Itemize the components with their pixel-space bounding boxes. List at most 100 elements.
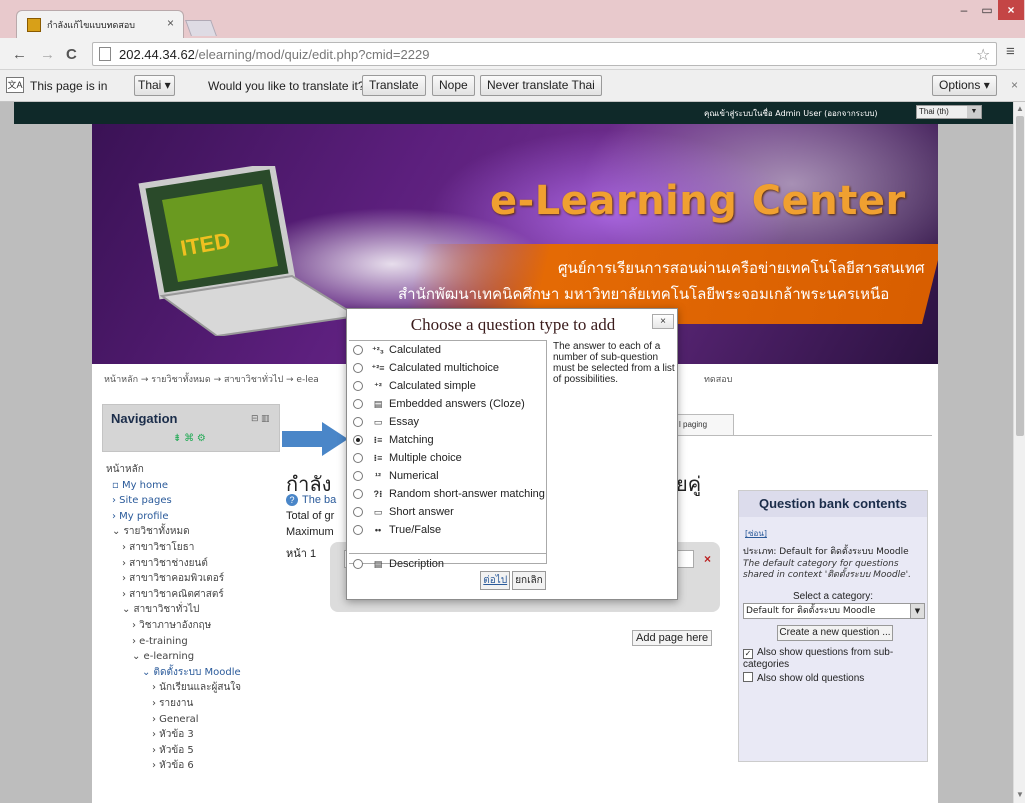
checkbox-checked-icon[interactable]: ✓ — [743, 649, 753, 659]
question-type-option[interactable]: ⁝≡ Multiple choice — [349, 449, 547, 467]
nav-item[interactable]: › รายงาน — [106, 696, 280, 712]
reload-icon[interactable]: C — [66, 46, 77, 63]
radio-icon[interactable] — [353, 381, 363, 391]
question-type-option[interactable]: ¹² Numerical — [349, 467, 547, 485]
question-type-option[interactable]: ?⁝ Random short-answer matching — [349, 485, 547, 503]
question-bank-block: Question bank contents [ซ่อน] ประเภท: De… — [738, 490, 928, 762]
site-top-strip: คุณเข้าสู่ระบบในชื่อ Admin User (ออกจากร… — [14, 102, 1013, 124]
question-type-option[interactable]: ⁺²≡ Calculated multichoice — [349, 359, 547, 377]
nav-item[interactable]: ⌄ รายวิชาทั้งหมด — [106, 524, 280, 540]
scroll-up-icon[interactable]: ▲ — [1016, 104, 1024, 113]
nav-item[interactable]: › สาขาวิชาคอมพิวเตอร์ — [106, 571, 280, 587]
cancel-button[interactable]: ยกเลิก — [512, 571, 546, 590]
question-type-option[interactable]: ▭ Essay — [349, 413, 547, 431]
radio-icon[interactable] — [353, 453, 363, 463]
category-select[interactable]: Default for ติดตั้งระบบ Moodle ▼ — [743, 603, 925, 619]
nav-item[interactable]: › นักเรียนและผู้สนใจ — [106, 680, 280, 696]
chevron-down-icon: ▼ — [967, 106, 981, 118]
checkbox-icon[interactable] — [743, 672, 753, 682]
nope-button[interactable]: Nope — [432, 75, 475, 96]
never-translate-button[interactable]: Never translate Thai — [480, 75, 602, 96]
nav-item[interactable]: › วิชาภาษาอังกฤษ — [106, 618, 280, 634]
question-type-label: Random short-answer matching — [389, 488, 545, 500]
create-question-button[interactable]: Create a new question ... — [777, 625, 893, 641]
nav-item[interactable]: › My profile — [106, 509, 280, 525]
question-type-option[interactable]: ⁺²₃ Calculated — [349, 341, 547, 359]
question-type-option[interactable]: ▭ Short answer — [349, 503, 547, 521]
help-text: The ba — [302, 494, 337, 506]
block-dock-icon[interactable]: ⊟ ▥ — [251, 413, 275, 423]
show-subcategories-checkbox[interactable]: ✓ Also show questions from sub-categories — [743, 647, 927, 670]
nav-item[interactable]: › หัวข้อ 3 — [106, 727, 280, 743]
chevron-down-icon: ▼ — [910, 604, 924, 618]
add-page-button[interactable]: Add page here — [632, 630, 713, 646]
delete-icon[interactable]: × — [704, 552, 711, 566]
translate-button[interactable]: Translate — [362, 75, 426, 96]
question-type-option-selected[interactable]: ⁝≡ Matching — [349, 431, 547, 449]
radio-icon[interactable] — [353, 525, 363, 535]
window-minimize-button[interactable]: – — [952, 0, 976, 20]
show-old-label: Also show old questions — [757, 673, 865, 684]
hide-link[interactable]: [ซ่อน] — [745, 527, 767, 540]
window-maximize-button[interactable]: ▭ — [976, 0, 998, 20]
question-type-option[interactable]: •• True/False — [349, 521, 547, 539]
url-bar[interactable]: 202.44.34.62/elearning/mod/quiz/edit.php… — [92, 42, 997, 66]
radio-icon[interactable] — [353, 507, 363, 517]
nav-item[interactable]: › Site pages — [106, 493, 280, 509]
navigation-tools-icon[interactable]: ⇟ ⌘ ⚙ — [173, 433, 206, 444]
dialog-close-button[interactable]: × — [652, 314, 674, 329]
question-type-option[interactable]: ▤ Embedded answers (Cloze) — [349, 395, 547, 413]
login-info[interactable]: คุณเข้าสู่ระบบในชื่อ Admin User (ออกจากร… — [704, 107, 878, 120]
show-old-checkbox[interactable]: Also show old questions — [743, 672, 927, 684]
translate-close-icon[interactable]: × — [1011, 78, 1018, 92]
new-tab-button[interactable] — [185, 20, 217, 36]
nav-item[interactable]: › หัวข้อ 5 — [106, 743, 280, 759]
nav-item[interactable]: หน้าหลัก — [106, 462, 280, 478]
tab-close-icon[interactable]: × — [167, 16, 174, 30]
nav-item[interactable]: › สาขาวิชาคณิตศาสตร์ — [106, 587, 280, 603]
breadcrumb[interactable]: หน้าหลัก → รายวิชาทั้งหมด → สาขาวิชาทั่ว… — [104, 372, 319, 386]
nav-item[interactable]: › e-training — [106, 634, 280, 650]
radio-icon[interactable] — [353, 489, 363, 499]
back-icon[interactable]: ← — [12, 46, 27, 63]
question-type-option[interactable]: ⁺² Calculated simple — [349, 377, 547, 395]
nav-item[interactable]: › สาขาวิชาโยธา — [106, 540, 280, 556]
question-type-label: Numerical — [389, 470, 439, 482]
radio-icon[interactable] — [353, 471, 363, 481]
browser-menu-icon[interactable]: ≡ — [1006, 43, 1015, 60]
next-button[interactable]: ต่อไป — [480, 571, 511, 590]
nav-item[interactable]: › General — [106, 712, 280, 728]
translate-options-button[interactable]: Options ▾ — [932, 75, 997, 96]
nav-item[interactable]: ⌄ สาขาวิชาทั่วไป — [106, 602, 280, 618]
question-type-list: ⁺²₃ Calculated ⁺²≡ Calculated multichoice … — [349, 340, 547, 570]
question-type-description: The answer to each of a number of sub-qu… — [553, 341, 675, 385]
nav-item[interactable]: ⌄ e-learning — [106, 649, 280, 665]
scroll-down-icon[interactable]: ▼ — [1016, 790, 1024, 799]
browser-tab[interactable]: กำลังแก้ไขแบบทดสอบ × — [16, 10, 184, 38]
page-viewport: คุณเข้าสู่ระบบในชื่อ Admin User (ออกจากร… — [0, 102, 1013, 803]
tab-repaginate[interactable]: l paging — [674, 414, 734, 436]
window-close-button[interactable]: × — [998, 0, 1024, 20]
radio-icon[interactable] — [353, 399, 363, 409]
language-select[interactable]: Thai (th) ▼ — [916, 105, 982, 119]
radio-icon[interactable] — [353, 559, 363, 569]
banner-title: e-Learning Center — [490, 178, 906, 224]
radio-icon[interactable] — [353, 363, 363, 373]
forward-icon[interactable]: → — [40, 46, 55, 63]
radio-icon[interactable] — [353, 417, 363, 427]
translate-language-select[interactable]: Thai ▾ — [134, 75, 175, 96]
url-host: 202.44.34.62 — [119, 47, 195, 62]
help-link[interactable]: ? The ba — [286, 494, 336, 506]
translate-prefix: This page is in — [30, 79, 108, 93]
nav-item[interactable]: › สาขาวิชาช่างยนต์ — [106, 556, 280, 572]
page-icon — [99, 47, 111, 61]
navigation-block: Navigation ⊟ ▥ ⇟ ⌘ ⚙ หน้าหลัก ▫ My home … — [102, 404, 280, 803]
scrollbar-thumb[interactable] — [1016, 116, 1024, 436]
page-scrollbar[interactable]: ▲ ▼ — [1013, 102, 1025, 803]
nav-item[interactable]: ▫ My home — [106, 478, 280, 494]
nav-item[interactable]: ⌄ ติดตั้งระบบ Moodle — [106, 665, 280, 681]
radio-selected-icon[interactable] — [353, 435, 363, 445]
bookmark-star-icon[interactable]: ☆ — [976, 45, 990, 65]
radio-icon[interactable] — [353, 345, 363, 355]
nav-item[interactable]: › หัวข้อ 6 — [106, 758, 280, 774]
